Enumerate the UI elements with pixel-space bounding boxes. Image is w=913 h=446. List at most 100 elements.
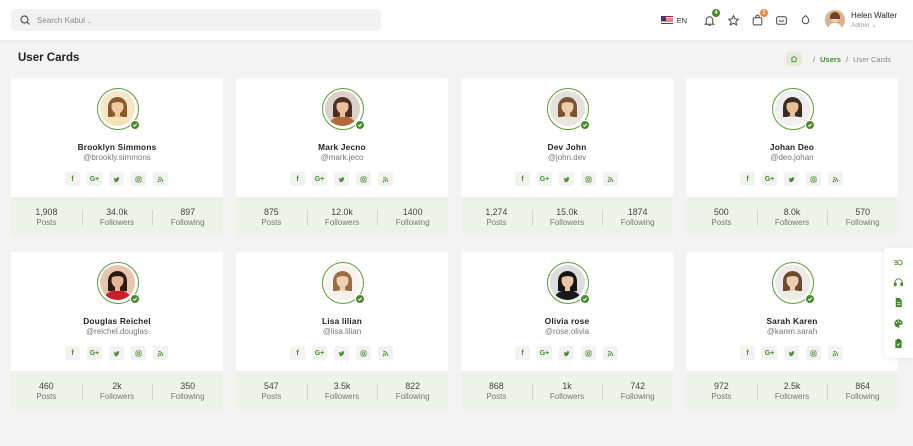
google-plus-button[interactable]: G+ bbox=[537, 172, 552, 186]
rss-button[interactable] bbox=[378, 172, 393, 186]
top-header: EN 4 1 Helen Walter Admin ⌄ bbox=[0, 0, 913, 40]
stat-label: Following bbox=[170, 392, 205, 401]
facebook-button[interactable]: f bbox=[515, 172, 530, 186]
avatar-ring[interactable] bbox=[322, 88, 365, 130]
stat-value: 1,274 bbox=[485, 207, 508, 217]
twitter-button[interactable] bbox=[334, 346, 349, 360]
google-plus-button[interactable]: G+ bbox=[312, 172, 327, 186]
stat-following: 1400 Following bbox=[377, 207, 448, 227]
document-icon[interactable] bbox=[893, 297, 905, 309]
twitter-button[interactable] bbox=[109, 346, 124, 360]
rss-button[interactable] bbox=[378, 346, 393, 360]
user-name: Dev John bbox=[547, 142, 587, 152]
rss-icon bbox=[157, 350, 164, 356]
user-card: Mark Jecno @mark.jeco f G+ 875 Posts 12.… bbox=[236, 78, 448, 237]
stat-following: 350 Following bbox=[152, 381, 223, 401]
verified-check-icon bbox=[355, 294, 365, 304]
facebook-button[interactable]: f bbox=[515, 346, 530, 360]
rss-button[interactable] bbox=[603, 172, 618, 186]
user-stats: 500 Posts 8.0k Followers 570 Following bbox=[686, 197, 898, 237]
stat-label: Followers bbox=[549, 218, 585, 227]
language-selector[interactable]: EN bbox=[660, 16, 687, 25]
instagram-button[interactable] bbox=[806, 172, 821, 186]
twitter-button[interactable] bbox=[784, 346, 799, 360]
search-input[interactable] bbox=[37, 15, 337, 25]
stat-value: 875 bbox=[263, 207, 279, 217]
messages-button[interactable] bbox=[774, 13, 788, 27]
rss-button[interactable] bbox=[153, 346, 168, 360]
stat-label: Following bbox=[395, 218, 430, 227]
facebook-icon: f bbox=[746, 349, 749, 357]
google-plus-button[interactable]: G+ bbox=[762, 346, 777, 360]
stat-posts: 868 Posts bbox=[461, 381, 532, 401]
breadcrumb-users-link[interactable]: Users bbox=[820, 55, 841, 64]
facebook-button[interactable]: f bbox=[290, 172, 305, 186]
google-plus-button[interactable]: G+ bbox=[537, 346, 552, 360]
google-plus-icon: G+ bbox=[539, 349, 550, 357]
avatar-ring[interactable] bbox=[547, 88, 590, 130]
instagram-button[interactable] bbox=[356, 172, 371, 186]
breadcrumb-home[interactable] bbox=[786, 52, 803, 66]
cart-button[interactable]: 1 bbox=[750, 9, 769, 27]
palette-icon[interactable] bbox=[893, 317, 905, 329]
instagram-button[interactable] bbox=[581, 172, 596, 186]
user-card: Douglas Reichel @reichel.douglas f G+ 46… bbox=[11, 252, 223, 411]
cart-badge: 1 bbox=[760, 9, 769, 17]
instagram-button[interactable] bbox=[131, 346, 146, 360]
user-stats: 1,908 Posts 34.0k Followers 897 Followin… bbox=[11, 197, 223, 237]
twitter-button[interactable] bbox=[334, 172, 349, 186]
home-icon bbox=[790, 55, 798, 63]
twitter-button[interactable] bbox=[109, 172, 124, 186]
user-name: Douglas Reichel bbox=[83, 316, 151, 326]
avatar-ring[interactable] bbox=[97, 262, 140, 304]
rss-button[interactable] bbox=[603, 346, 618, 360]
toggle-icon[interactable] bbox=[893, 256, 905, 268]
facebook-button[interactable]: f bbox=[740, 346, 755, 360]
twitter-button[interactable] bbox=[784, 172, 799, 186]
stat-value: 8.0k bbox=[783, 207, 801, 217]
stat-posts: 1,908 Posts bbox=[11, 207, 82, 227]
google-plus-button[interactable]: G+ bbox=[762, 172, 777, 186]
facebook-button[interactable]: f bbox=[65, 172, 80, 186]
user-card: Johan Deo @deo.johan f G+ 500 Posts 8.0k… bbox=[686, 78, 898, 237]
stat-value: 34.0k bbox=[106, 207, 128, 217]
us-flag-icon bbox=[660, 16, 673, 24]
avatar bbox=[100, 265, 135, 300]
instagram-button[interactable] bbox=[356, 346, 371, 360]
google-plus-button[interactable]: G+ bbox=[87, 346, 102, 360]
avatar-ring[interactable] bbox=[772, 262, 815, 304]
verified-check-icon bbox=[805, 120, 815, 130]
twitter-button[interactable] bbox=[559, 172, 574, 186]
bookmark-button[interactable] bbox=[726, 13, 740, 27]
notifications-button[interactable]: 4 bbox=[702, 9, 721, 27]
instagram-button[interactable] bbox=[131, 172, 146, 186]
social-links: f G+ bbox=[290, 346, 400, 360]
rss-button[interactable] bbox=[828, 172, 843, 186]
avatar bbox=[775, 265, 810, 300]
rss-button[interactable] bbox=[153, 172, 168, 186]
avatar-ring[interactable] bbox=[97, 88, 140, 130]
avatar-ring[interactable] bbox=[547, 262, 590, 304]
rss-button[interactable] bbox=[828, 346, 843, 360]
headset-icon[interactable] bbox=[893, 277, 905, 289]
google-plus-button[interactable]: G+ bbox=[312, 346, 327, 360]
facebook-button[interactable]: f bbox=[740, 172, 755, 186]
clipboard-icon[interactable] bbox=[893, 338, 905, 350]
twitter-icon bbox=[113, 176, 120, 182]
avatar-ring[interactable] bbox=[772, 88, 815, 130]
twitter-button[interactable] bbox=[559, 346, 574, 360]
google-plus-icon: G+ bbox=[764, 349, 775, 357]
instagram-button[interactable] bbox=[806, 346, 821, 360]
stat-followers: 2.5k Followers bbox=[756, 381, 828, 401]
user-name: Sarah Karen bbox=[766, 316, 818, 326]
facebook-button[interactable]: f bbox=[65, 346, 80, 360]
theme-toggle-button[interactable] bbox=[798, 13, 812, 27]
user-handle: @lisa.lilian bbox=[322, 327, 362, 336]
facebook-button[interactable]: f bbox=[290, 346, 305, 360]
search-box[interactable] bbox=[11, 9, 381, 31]
stat-label: Following bbox=[845, 218, 880, 227]
google-plus-button[interactable]: G+ bbox=[87, 172, 102, 186]
instagram-button[interactable] bbox=[581, 346, 596, 360]
avatar-ring[interactable] bbox=[322, 262, 365, 304]
user-menu[interactable]: Helen Walter Admin ⌄ bbox=[825, 10, 897, 30]
